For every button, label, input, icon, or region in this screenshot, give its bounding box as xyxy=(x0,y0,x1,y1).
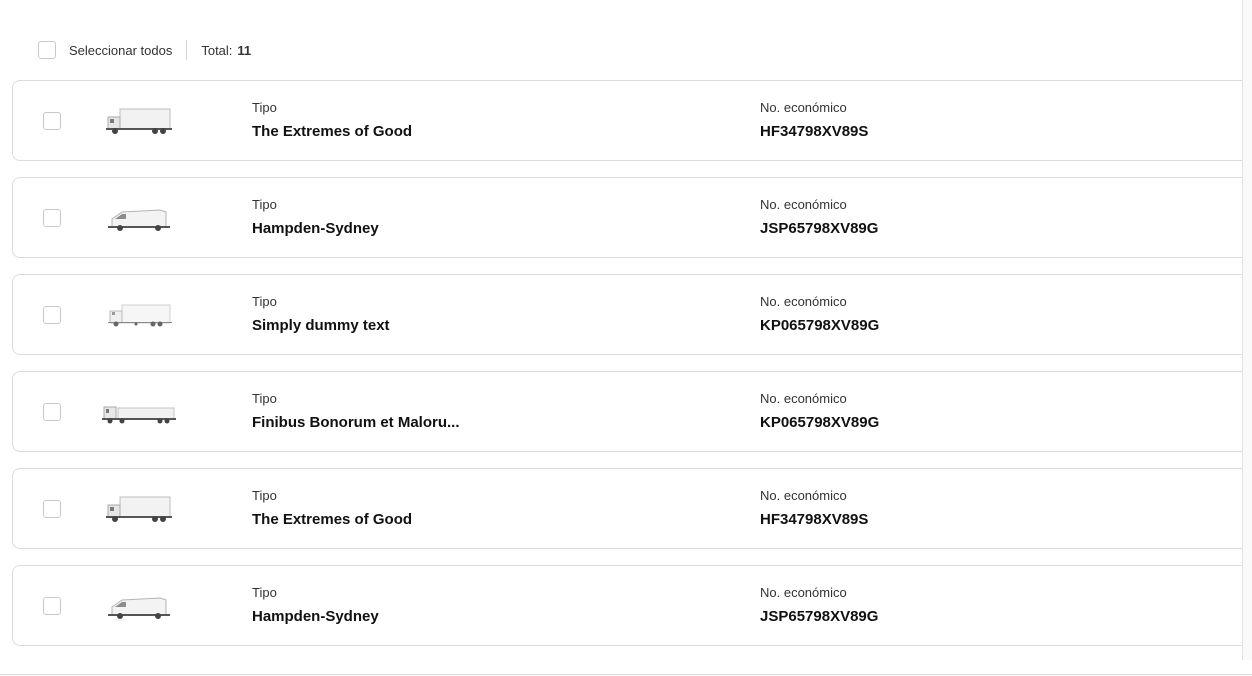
vehicle-card[interactable]: Tipo The Extremes of Good No. económico … xyxy=(12,468,1242,549)
tipo-label: Tipo xyxy=(252,294,277,309)
select-all-checkbox[interactable] xyxy=(38,41,56,59)
tipo-label: Tipo xyxy=(252,488,277,503)
tipo-value: Hampden-Sydney xyxy=(252,220,379,237)
economic-number-label: No. económico xyxy=(760,585,847,600)
toolbar-divider xyxy=(186,40,188,60)
vehicle-checkbox[interactable] xyxy=(43,306,61,324)
economic-number-value: HF34798XV89S xyxy=(760,123,869,140)
tipo-label: Tipo xyxy=(252,197,277,212)
bottom-divider xyxy=(0,674,1252,675)
economic-number-value: KP065798XV89G xyxy=(760,414,880,431)
vehicle-checkbox[interactable] xyxy=(43,112,61,130)
economic-number-value: KP065798XV89G xyxy=(760,317,880,334)
list-toolbar: Seleccionar todos Total: 11 xyxy=(38,40,251,60)
total-label: Total: xyxy=(201,42,233,58)
total-count: 11 xyxy=(237,42,252,58)
economic-number-label: No. económico xyxy=(760,197,847,212)
tipo-value: The Extremes of Good xyxy=(252,123,413,140)
vehicle-card[interactable]: Tipo Simply dummy text No. económico KP0… xyxy=(12,274,1242,355)
vehicle-list-panel: Seleccionar todos Total: 11 Tipo The Ext… xyxy=(0,0,1242,672)
vehicle-checkbox[interactable] xyxy=(43,209,61,227)
tipo-value: The Extremes of Good xyxy=(252,511,413,528)
van-icon xyxy=(108,209,170,231)
tipo-value: Finibus Bonorum et Maloru... xyxy=(252,414,460,431)
vehicle-checkbox[interactable] xyxy=(43,597,61,615)
van-icon xyxy=(108,597,170,619)
tipo-label: Tipo xyxy=(252,585,277,600)
economic-number-label: No. económico xyxy=(760,488,847,503)
economic-number-label: No. económico xyxy=(760,391,847,406)
trailer-truck-icon xyxy=(102,406,176,424)
tipo-label: Tipo xyxy=(252,100,277,115)
vertical-scrollbar[interactable] xyxy=(1242,0,1252,660)
vehicle-card[interactable]: Tipo The Extremes of Good No. económico … xyxy=(12,80,1242,161)
box-truck-icon xyxy=(106,108,172,134)
select-all-label[interactable]: Seleccionar todos xyxy=(69,43,172,58)
vehicle-card[interactable]: Tipo Hampden-Sydney No. económico JSP657… xyxy=(12,177,1242,258)
economic-number-label: No. económico xyxy=(760,294,847,309)
tipo-value: Hampden-Sydney xyxy=(252,608,379,625)
economic-number-label: No. económico xyxy=(760,100,847,115)
vehicle-checkbox[interactable] xyxy=(43,500,61,518)
vehicle-card[interactable]: Tipo Finibus Bonorum et Maloru... No. ec… xyxy=(12,371,1242,452)
vehicle-card[interactable]: Tipo Hampden-Sydney No. económico JSP657… xyxy=(12,565,1242,646)
vehicle-checkbox[interactable] xyxy=(43,403,61,421)
economic-number-value: JSP65798XV89G xyxy=(760,608,879,625)
vehicle-cards: Tipo The Extremes of Good No. económico … xyxy=(12,80,1242,662)
economic-number-value: JSP65798XV89G xyxy=(760,220,879,237)
box-truck-icon xyxy=(106,496,172,522)
tipo-value: Simply dummy text xyxy=(252,317,390,334)
tipo-label: Tipo xyxy=(252,391,277,406)
box-truck-icon xyxy=(108,304,172,327)
economic-number-value: HF34798XV89S xyxy=(760,511,869,528)
